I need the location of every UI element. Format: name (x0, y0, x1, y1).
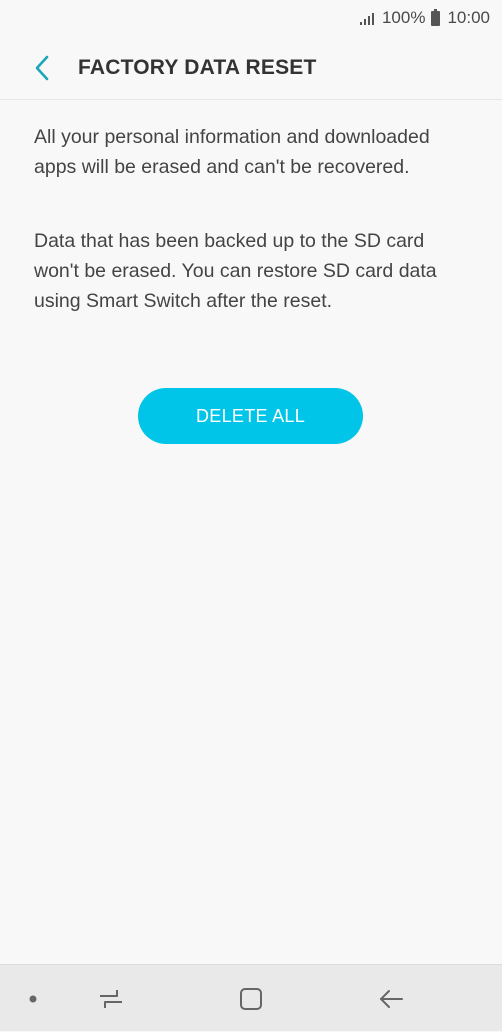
dot-icon (29, 995, 37, 1002)
home-icon (240, 987, 262, 1010)
app-header: FACTORY DATA RESET (0, 36, 502, 100)
clock: 10:00 (447, 8, 490, 27)
erase-warning-text: All your personal information and downlo… (34, 126, 430, 178)
battery-percentage: 100% (381, 8, 426, 27)
nav-dot-button[interactable] (18, 965, 48, 1032)
page-title: FACTORY DATA RESET (78, 55, 317, 79)
back-button[interactable] (22, 48, 62, 88)
battery-icon (431, 8, 441, 26)
home-button[interactable] (226, 965, 276, 1032)
status-bar: 100% 10:00 (0, 0, 502, 36)
back-icon (380, 989, 403, 1008)
delete-all-button[interactable]: DELETE ALL (138, 388, 363, 444)
reset-description: All your personal information and downlo… (34, 122, 472, 360)
recent-apps-icon (100, 989, 122, 1008)
recent-apps-button[interactable] (86, 965, 136, 1032)
navigation-bar (0, 964, 502, 1031)
signal-icon (359, 11, 374, 25)
nav-back-button[interactable] (366, 965, 416, 1032)
sd-card-info-text: Data that has been backed up to the SD c… (34, 230, 437, 312)
chevron-left-icon (35, 55, 49, 80)
